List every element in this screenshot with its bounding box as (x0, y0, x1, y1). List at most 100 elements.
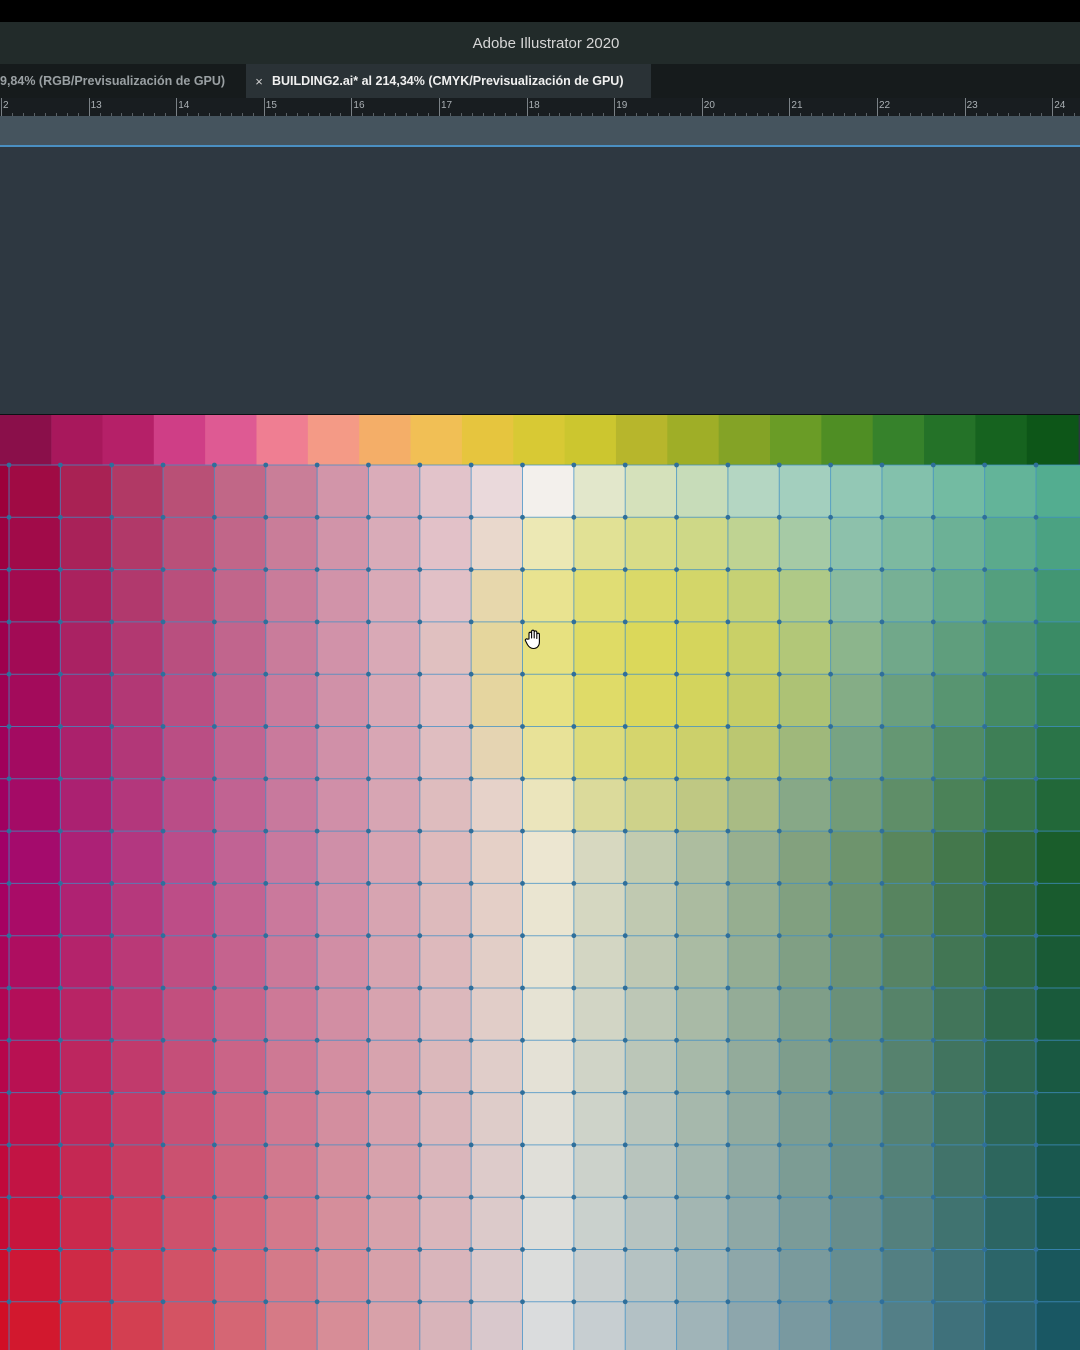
mesh-anchor-point[interactable] (212, 881, 217, 886)
mesh-anchor-point[interactable] (417, 1037, 423, 1043)
mesh-anchor-point[interactable] (879, 671, 885, 677)
mesh-anchor-point[interactable] (57, 671, 63, 677)
mesh-anchor-point[interactable] (160, 1299, 166, 1305)
mesh-anchor-point[interactable] (930, 1142, 936, 1148)
mesh-anchor-point[interactable] (366, 514, 371, 520)
mesh-anchor-point[interactable] (263, 1299, 269, 1305)
mesh-anchor-point[interactable] (212, 671, 217, 677)
mesh-anchor-point[interactable] (468, 1037, 474, 1043)
mesh-anchor-point[interactable] (674, 1037, 679, 1043)
mesh-anchor-point[interactable] (468, 462, 474, 468)
mesh-anchor-point[interactable] (57, 1299, 63, 1305)
mesh-anchor-point[interactable] (674, 567, 679, 572)
mesh-anchor-point[interactable] (160, 462, 166, 468)
mesh-anchor-point[interactable] (417, 567, 423, 572)
mesh-anchor-point[interactable] (212, 776, 217, 782)
mesh-anchor-point[interactable] (468, 828, 474, 834)
mesh-anchor-point[interactable] (366, 1299, 371, 1305)
mesh-anchor-point[interactable] (314, 514, 320, 520)
mesh-anchor-point[interactable] (57, 724, 63, 729)
color-swatch[interactable] (513, 415, 566, 465)
mesh-anchor-point[interactable] (725, 1142, 731, 1148)
mesh-anchor-point[interactable] (725, 776, 731, 782)
mesh-anchor-point[interactable] (468, 985, 474, 991)
mesh-anchor-point[interactable] (212, 724, 217, 729)
mesh-anchor-point[interactable] (520, 567, 525, 572)
mesh-anchor-point[interactable] (622, 1037, 628, 1043)
mesh-anchor-point[interactable] (982, 724, 988, 729)
mesh-anchor-point[interactable] (314, 933, 320, 939)
horizontal-ruler[interactable]: 2 13 14 15 16 17 18 19 20 21 22 23 24 (0, 98, 1080, 117)
mesh-anchor-point[interactable] (879, 1247, 885, 1252)
mesh-anchor-point[interactable] (622, 567, 628, 572)
mesh-anchor-point[interactable] (982, 985, 988, 991)
mesh-anchor-point[interactable] (776, 724, 782, 729)
mesh-anchor-point[interactable] (571, 985, 577, 991)
mesh-anchor-point[interactable] (776, 933, 782, 939)
mesh-anchor-point[interactable] (982, 1194, 988, 1200)
mesh-anchor-point[interactable] (1033, 671, 1039, 677)
mesh-anchor-point[interactable] (314, 567, 320, 572)
mesh-anchor-point[interactable] (622, 1142, 628, 1148)
color-swatch[interactable] (1026, 415, 1079, 465)
mesh-anchor-point[interactable] (879, 1142, 885, 1148)
mesh-anchor-point[interactable] (879, 933, 885, 939)
mesh-anchor-point[interactable] (674, 671, 679, 677)
color-swatch[interactable] (924, 415, 976, 465)
mesh-anchor-point[interactable] (1033, 1194, 1039, 1200)
mesh-anchor-point[interactable] (571, 1299, 577, 1305)
mesh-anchor-point[interactable] (314, 619, 320, 625)
mesh-anchor-point[interactable] (622, 1194, 628, 1200)
mesh-anchor-point[interactable] (520, 1247, 525, 1252)
mesh-anchor-point[interactable] (828, 881, 833, 886)
mesh-anchor-point[interactable] (6, 724, 12, 729)
mesh-anchor-point[interactable] (366, 462, 371, 468)
mesh-anchor-point[interactable] (520, 514, 525, 520)
mesh-anchor-point[interactable] (57, 1090, 63, 1095)
mesh-anchor-point[interactable] (6, 671, 12, 677)
color-swatch[interactable] (718, 415, 771, 465)
mesh-anchor-point[interactable] (930, 514, 936, 520)
mesh-anchor-point[interactable] (725, 1037, 731, 1043)
mesh-anchor-point[interactable] (828, 462, 833, 468)
mesh-anchor-point[interactable] (366, 1090, 371, 1095)
mesh-anchor-point[interactable] (930, 985, 936, 991)
document-tab-active[interactable]: × BUILDING2.ai* al 214,34% (CMYK/Previsu… (246, 64, 651, 98)
mesh-anchor-point[interactable] (828, 1142, 833, 1148)
mesh-anchor-point[interactable] (674, 724, 679, 729)
mesh-anchor-point[interactable] (160, 567, 166, 572)
color-swatch[interactable] (461, 415, 514, 465)
mesh-anchor-point[interactable] (6, 776, 12, 782)
mesh-anchor-point[interactable] (417, 985, 423, 991)
mesh-anchor-point[interactable] (674, 985, 679, 991)
mesh-anchor-point[interactable] (879, 1090, 885, 1095)
mesh-anchor-point[interactable] (263, 828, 269, 834)
mesh-anchor-point[interactable] (263, 514, 269, 520)
mesh-anchor-point[interactable] (622, 619, 628, 625)
mesh-anchor-point[interactable] (776, 1142, 782, 1148)
mesh-anchor-point[interactable] (622, 1090, 628, 1095)
mesh-anchor-point[interactable] (674, 1142, 679, 1148)
mesh-anchor-point[interactable] (1033, 1247, 1039, 1252)
mesh-anchor-point[interactable] (263, 881, 269, 886)
mesh-anchor-point[interactable] (879, 567, 885, 572)
close-icon[interactable]: × (246, 74, 272, 89)
mesh-anchor-point[interactable] (982, 933, 988, 939)
mesh-anchor-point[interactable] (109, 1299, 115, 1305)
mesh-anchor-point[interactable] (674, 1247, 679, 1252)
mesh-anchor-point[interactable] (879, 1194, 885, 1200)
mesh-anchor-point[interactable] (879, 776, 885, 782)
mesh-anchor-point[interactable] (468, 1247, 474, 1252)
mesh-anchor-point[interactable] (776, 881, 782, 886)
mesh-anchor-point[interactable] (674, 514, 679, 520)
color-swatch[interactable] (410, 415, 463, 465)
mesh-anchor-point[interactable] (828, 619, 833, 625)
mesh-anchor-point[interactable] (622, 881, 628, 886)
mesh-anchor-point[interactable] (314, 462, 320, 468)
color-swatch[interactable] (564, 415, 617, 465)
mesh-anchor-point[interactable] (982, 776, 988, 782)
mesh-anchor-point[interactable] (109, 1037, 115, 1043)
mesh-anchor-point[interactable] (417, 1299, 423, 1305)
mesh-anchor-point[interactable] (828, 1194, 833, 1200)
mesh-anchor-point[interactable] (674, 1299, 679, 1305)
